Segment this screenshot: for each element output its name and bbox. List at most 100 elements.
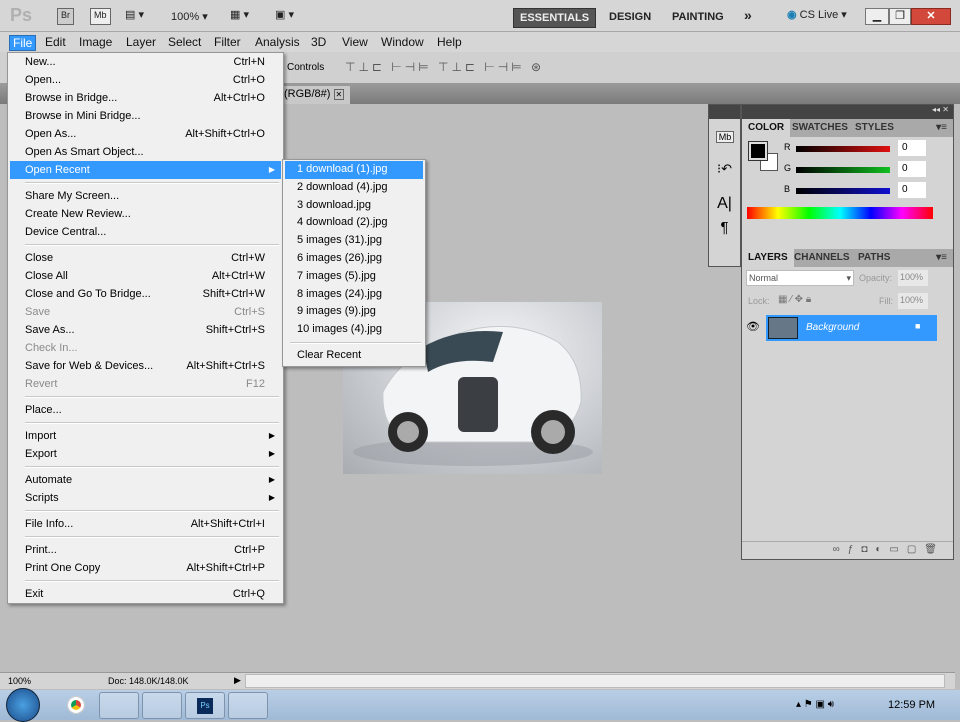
document-tab[interactable]: (RGB/8#) ✕ — [280, 86, 350, 104]
layer-name[interactable]: Background — [806, 322, 859, 333]
file-menu-item[interactable]: Exit Ctrl+Q — [10, 585, 281, 603]
restore-button[interactable]: ❐ — [889, 8, 911, 25]
panel-dock-header[interactable]: ◂◂ ✕ — [742, 105, 953, 119]
file-menu-item[interactable]: Open Recent ▶ — [10, 161, 281, 179]
tab-layers[interactable]: LAYERS — [742, 249, 794, 267]
character-panel-icon[interactable]: A| — [709, 195, 740, 213]
file-menu-item[interactable]: Open As... Alt+Shift+Ctrl+O — [10, 125, 281, 143]
history-panel-icon[interactable]: ⁝↶ — [709, 161, 740, 177]
bridge-button[interactable]: Br — [57, 8, 74, 25]
file-menu-item[interactable]: Close All Alt+Ctrl+W — [10, 267, 281, 285]
screen-mode-dropdown[interactable]: ▣ ▾ — [275, 8, 294, 25]
extras-dropdown[interactable]: ▤ ▾ — [125, 8, 144, 25]
layers-panel-menu-icon[interactable]: ▾≡ — [930, 249, 953, 267]
workspace-design[interactable]: DESIGN — [603, 8, 657, 26]
minimize-button[interactable]: ▁ — [865, 8, 889, 25]
fill-input[interactable]: 100% — [898, 293, 928, 309]
color-spectrum-bar[interactable] — [747, 207, 933, 219]
taskbar-app-1[interactable] — [99, 692, 139, 719]
file-menu-item[interactable]: Open... Ctrl+O — [10, 71, 281, 89]
workspace-painting[interactable]: PAINTING — [666, 8, 730, 26]
recent-file-item[interactable]: 7 images (5).jpg — [285, 268, 423, 286]
arrange-documents-dropdown[interactable]: ▦ ▾ — [230, 8, 249, 25]
layers-footer-buttons[interactable]: ∞ƒ◘◐▭▢🗑︎ — [742, 541, 953, 559]
blue-slider[interactable] — [796, 188, 890, 194]
workspace-essentials[interactable]: ESSENTIALS — [513, 8, 597, 28]
recent-file-item[interactable]: 10 images (4).jpg — [285, 321, 423, 339]
recent-file-item[interactable]: 8 images (24).jpg — [285, 286, 423, 304]
menu-help[interactable]: Help — [437, 35, 462, 49]
system-tray-icons[interactable]: ▴ ⚑ ▣ 🔊︎ — [796, 699, 834, 710]
blue-value[interactable]: 0 — [898, 182, 926, 198]
paragraph-panel-icon[interactable]: ¶ — [709, 219, 740, 236]
mini-bridge-panel-icon[interactable]: Mb — [716, 131, 734, 143]
recent-file-item[interactable]: 1 download (1).jpg — [285, 161, 423, 179]
recent-file-item[interactable]: 3 download.jpg — [285, 197, 423, 215]
start-button[interactable] — [6, 688, 40, 722]
clock[interactable]: 12:59 PM — [888, 699, 935, 711]
close-window-button[interactable]: ✕ — [911, 8, 951, 25]
status-doc-size[interactable]: Doc: 148.0K/148.0K — [108, 676, 189, 686]
photoshop-taskbar-icon[interactable]: Ps — [185, 692, 225, 719]
zoom-level-dropdown[interactable]: 100% ▾ — [171, 10, 208, 27]
dock-header[interactable] — [709, 105, 740, 119]
file-menu-item[interactable]: Place... — [10, 401, 281, 419]
more-workspaces-button[interactable]: » — [738, 4, 758, 26]
file-menu-item[interactable]: Export ▶ — [10, 445, 281, 463]
file-menu-item[interactable]: Save for Web & Devices... Alt+Shift+Ctrl+… — [10, 357, 281, 375]
green-value[interactable]: 0 — [898, 161, 926, 177]
file-menu-item[interactable]: Save As... Shift+Ctrl+S — [10, 321, 281, 339]
menu-image[interactable]: Image — [79, 35, 112, 49]
menu-layer[interactable]: Layer — [126, 35, 156, 49]
file-menu-item[interactable]: File Info... Alt+Shift+Ctrl+I — [10, 515, 281, 533]
recent-file-item[interactable]: 4 download (2).jpg — [285, 214, 423, 232]
menu-edit[interactable]: Edit — [45, 35, 66, 49]
clear-recent-item[interactable]: Clear Recent — [285, 347, 423, 365]
layer-row-background[interactable]: 👁︎ Background ■ — [742, 315, 953, 341]
visibility-eye-icon[interactable]: 👁︎ — [746, 320, 760, 333]
file-menu-item[interactable]: Print One Copy Alt+Shift+Ctrl+P — [10, 559, 281, 577]
green-slider[interactable] — [796, 167, 890, 173]
file-menu-item[interactable]: Close and Go To Bridge... Shift+Ctrl+W — [10, 285, 281, 303]
color-panel-menu-icon[interactable]: ▾≡ — [930, 119, 953, 137]
menu-view[interactable]: View — [342, 35, 368, 49]
tab-swatches[interactable]: SWATCHES — [786, 119, 854, 137]
file-menu-item[interactable]: New... Ctrl+N — [10, 53, 281, 71]
red-value[interactable]: 0 — [898, 140, 926, 156]
menu-filter[interactable]: Filter — [214, 35, 241, 49]
file-menu-item[interactable]: Create New Review... — [10, 205, 281, 223]
lock-icons[interactable]: ▦ ⁄ ✥ 🔒︎ — [778, 294, 811, 305]
file-menu-item[interactable]: Import ▶ — [10, 427, 281, 445]
file-menu-item[interactable]: Browse in Bridge... Alt+Ctrl+O — [10, 89, 281, 107]
file-menu-item[interactable]: Browse in Mini Bridge... — [10, 107, 281, 125]
menu-select[interactable]: Select — [168, 35, 201, 49]
status-zoom[interactable]: 100% — [8, 676, 31, 686]
recent-file-item[interactable]: 2 download (4).jpg — [285, 179, 423, 197]
file-menu-item[interactable]: Scripts ▶ — [10, 489, 281, 507]
recent-file-item[interactable]: 5 images (31).jpg — [285, 232, 423, 250]
file-menu-item[interactable]: Automate ▶ — [10, 471, 281, 489]
recent-file-item[interactable]: 9 images (9).jpg — [285, 303, 423, 321]
red-slider[interactable] — [796, 146, 890, 152]
file-menu-item[interactable]: Share My Screen... — [10, 187, 281, 205]
file-menu-item[interactable]: Device Central... — [10, 223, 281, 241]
tab-styles[interactable]: STYLES — [849, 119, 900, 137]
tab-channels[interactable]: CHANNELS — [788, 249, 856, 267]
file-menu-item[interactable]: Print... Ctrl+P — [10, 541, 281, 559]
foreground-color-swatch[interactable] — [748, 141, 768, 161]
close-document-icon[interactable]: ✕ — [333, 89, 345, 100]
file-menu-item[interactable]: Close Ctrl+W — [10, 249, 281, 267]
file-menu-item[interactable]: Open As Smart Object... — [10, 143, 281, 161]
recent-file-item[interactable]: 6 images (26).jpg — [285, 250, 423, 268]
opacity-input[interactable]: 100% — [898, 270, 928, 286]
taskbar-app-4[interactable] — [228, 692, 268, 719]
menu-window[interactable]: Window — [381, 35, 424, 49]
taskbar-app-2[interactable] — [142, 692, 182, 719]
menu-file[interactable]: File — [9, 35, 37, 51]
cs-live-button[interactable]: ◉ CS Live ▾ — [787, 8, 847, 25]
horizontal-scrollbar[interactable] — [245, 674, 945, 688]
mini-bridge-button[interactable]: Mb — [90, 8, 111, 25]
blend-mode-dropdown[interactable]: Normal ▾ — [746, 270, 854, 286]
menu-3d[interactable]: 3D — [311, 35, 326, 49]
chrome-taskbar-icon[interactable] — [67, 696, 85, 714]
